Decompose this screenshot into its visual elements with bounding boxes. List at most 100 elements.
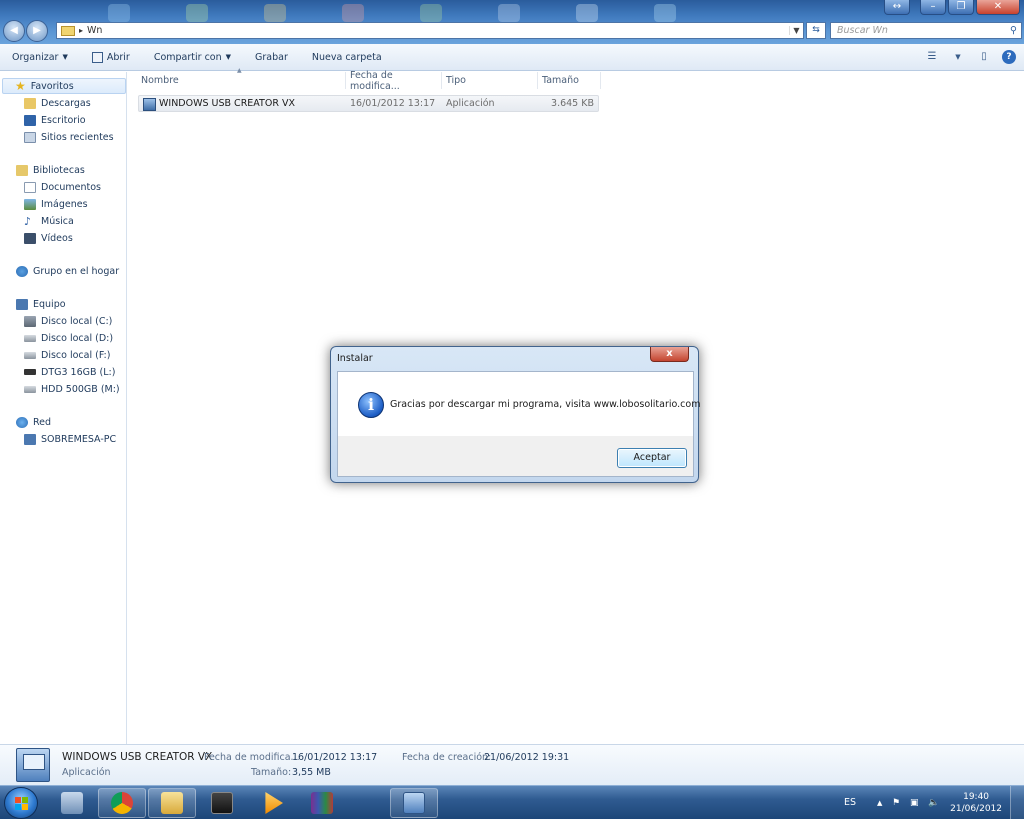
back-button[interactable]: ◀ [3,20,25,42]
nav-drive-f[interactable]: Disco local (F:) [24,347,110,363]
windows-logo-icon [15,797,28,810]
nav-label: Música [41,215,74,227]
column-label: Fecha de modifica... [350,69,400,92]
nav-network-pc[interactable]: SOBREMESA-PC [24,431,116,447]
new-folder-button[interactable]: Nueva carpeta [300,44,394,70]
address-bar[interactable]: ▸ Wn ▼ [56,22,804,39]
hard-drive-icon [24,385,36,393]
nav-label: SOBREMESA-PC [41,433,117,445]
taskbar-installer[interactable] [390,788,438,818]
installer-icon [16,748,50,782]
blurred-desktop-icon [342,4,364,22]
taskbar-media-player[interactable] [248,788,296,818]
nav-libraries[interactable]: Bibliotecas [16,162,85,178]
organize-label: Organizar [12,51,59,63]
taskbar-chrome[interactable] [98,788,146,818]
taskbar-winrar[interactable] [298,788,346,818]
address-dropdown-icon[interactable]: ▼ [789,26,803,35]
share-menu[interactable]: Compartir con ▼ [142,44,243,70]
nav-drive-d[interactable]: Disco local (D:) [24,330,113,346]
search-input[interactable]: Buscar Wn ⚲ [830,22,1022,39]
burn-button[interactable]: Grabar [243,44,300,70]
file-row[interactable]: WINDOWS USB CREATOR VX 16/01/2012 13:17 … [138,95,599,112]
details-file-name: WINDOWS USB CREATOR VX [62,751,213,763]
restore-button[interactable]: ❐ [948,0,974,15]
network-icon[interactable]: ▣ [910,798,921,809]
chevron-down-icon[interactable]: ▼ [950,50,966,64]
forward-button[interactable]: ▶ [26,20,48,42]
open-label: Abrir [106,51,130,63]
system-tray: ES ▲ ⚑ ▣ 🔈 19:40 21/06/2012 [834,786,1024,819]
burn-label: Grabar [255,51,288,63]
nav-network[interactable]: Red [16,414,51,430]
breadcrumb-chevron-icon[interactable]: ▸ [79,26,83,35]
file-type: Aplicación [446,98,495,109]
libraries-icon [16,164,28,176]
nav-label: Bibliotecas [33,164,85,176]
language-indicator[interactable]: ES [844,797,856,808]
nav-recent[interactable]: Sitios recientes [24,129,114,145]
clock[interactable]: 19:40 21/06/2012 [950,791,1002,815]
nav-favorites[interactable]: ★ Favoritos [2,78,126,94]
nav-computer[interactable]: Equipo [16,296,66,312]
breadcrumb[interactable]: Wn [87,25,102,36]
show-desktop-button[interactable] [1010,786,1024,819]
column-header-size[interactable]: Tamaño [538,72,601,89]
dialog-title: Instalar [337,353,373,364]
taskbar-explorer[interactable] [148,788,196,818]
nav-label: Disco local (F:) [41,349,111,361]
close-button[interactable]: ✕ [976,0,1020,15]
nav-documents[interactable]: Documentos [24,179,101,195]
nav-homegroup[interactable]: Grupo en el hogar [16,263,119,279]
file-name: WINDOWS USB CREATOR VX [159,98,295,109]
column-label: Tamaño [542,75,579,86]
nav-label: DTG3 16GB (L:) [41,366,116,378]
navigation-pane: ★ Favoritos Descargas Escritorio Sitios … [0,72,127,744]
column-header-type[interactable]: Tipo [442,72,538,89]
sort-arrow-icon: ▲ [237,67,242,74]
nav-pictures[interactable]: Imágenes [24,196,88,212]
minimize-button[interactable]: – [920,0,946,15]
nav-label: Vídeos [41,232,73,244]
nav-label: Equipo [33,298,66,310]
blurred-desktop-icon [186,4,208,22]
refresh-button[interactable]: ⇆ [806,22,826,39]
hard-drive-icon [24,334,36,342]
nav-desktop[interactable]: Escritorio [24,112,86,128]
preview-pane-icon[interactable]: ▯ [976,50,992,64]
ok-button[interactable]: Aceptar [617,448,687,468]
organize-menu[interactable]: Organizar ▼ [0,44,80,70]
nav-videos[interactable]: Vídeos [24,230,73,246]
volume-icon[interactable]: 🔈 [928,798,939,809]
nav-music[interactable]: ♪ Música [24,213,74,229]
file-size: 3.645 KB [551,98,594,109]
open-button[interactable]: Abrir [80,44,142,70]
recent-places-icon [24,131,36,143]
nav-label: Red [33,416,52,428]
dialog-close-button[interactable]: x [650,347,689,362]
help-icon[interactable]: ? [1002,50,1016,64]
snap-button[interactable]: ↔ [884,0,910,15]
action-center-flag-icon[interactable]: ⚑ [892,798,903,809]
nav-downloads[interactable]: Descargas [24,95,91,111]
taskbar-system[interactable] [48,788,96,818]
nav-label: Disco local (D:) [41,332,114,344]
nav-drive-l[interactable]: DTG3 16GB (L:) [24,364,115,380]
column-header-modified[interactable]: Fecha de modifica... [346,69,442,92]
start-button[interactable] [4,787,38,819]
column-header-name[interactable]: Nombre ▲ [137,67,346,89]
install-dialog: Instalar x i Gracias por descargar mi pr… [330,346,701,483]
view-options-icon[interactable]: ☰ [924,50,940,64]
details-size-label: Tamaño: [251,767,292,778]
computer-icon [16,298,28,310]
dialog-message: Gracias por descargar mi programa, visit… [390,399,701,410]
taskbar-media-center[interactable] [198,788,246,818]
details-modified-label: Fecha de modifica... [204,752,300,763]
nav-drive-c[interactable]: Disco local (C:) [24,313,112,329]
show-hidden-icons-icon[interactable]: ▲ [877,799,882,807]
nav-label: Descargas [41,97,91,109]
search-icon[interactable]: ⚲ [1010,23,1017,38]
nav-drive-m[interactable]: HDD 500GB (M:) [24,381,120,397]
nav-label: Disco local (C:) [41,315,113,327]
system-drive-icon [24,315,36,327]
